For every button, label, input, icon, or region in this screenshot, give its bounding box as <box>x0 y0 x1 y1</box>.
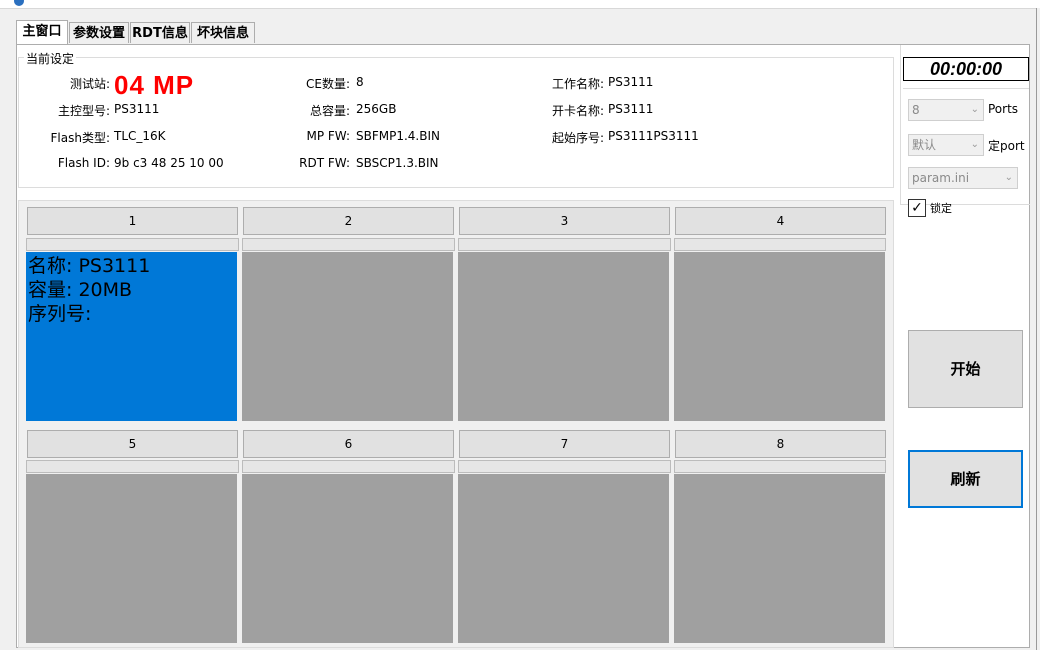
slot-progress-bar-3 <box>458 238 671 251</box>
refresh-button[interactable]: 刷新 <box>908 450 1023 508</box>
tab-parameter-settings[interactable]: 参数设置 <box>69 22 129 43</box>
slot-button-4[interactable]: 4 <box>675 207 886 235</box>
capacity-value: 256GB <box>356 102 397 116</box>
card-name-label: 开卡名称: <box>551 104 604 118</box>
controller-value: PS3111 <box>114 102 160 116</box>
window-top-strip <box>0 0 1040 9</box>
mode-select[interactable]: 默认 ⌄ <box>908 134 984 156</box>
slot-progress-bar-8 <box>674 460 886 473</box>
slot-button-7[interactable]: 7 <box>459 430 670 458</box>
slot-area-6[interactable] <box>242 474 453 643</box>
slot-area-7[interactable] <box>458 474 669 643</box>
chevron-down-icon: ⌄ <box>970 139 979 150</box>
job-name-value: PS3111 <box>608 75 654 89</box>
slot-area-5[interactable] <box>26 474 237 643</box>
mode-select-value: 默认 <box>912 138 937 152</box>
flash-id-label: Flash ID: <box>57 156 110 170</box>
slot-progress-bar-6 <box>242 460 455 473</box>
controller-label: 主控型号: <box>57 104 110 118</box>
ini-file-select-value: param.ini <box>912 171 970 185</box>
tab-main-window[interactable]: 主窗口 <box>16 20 68 44</box>
station-value: 04 MP <box>114 70 195 100</box>
slot-progress-bar-1 <box>26 238 239 251</box>
ports-select-value: 8 <box>912 103 920 117</box>
flash-id-value: 9b c3 48 25 10 00 <box>114 156 224 170</box>
elapsed-timer: 00:00:00 <box>903 57 1029 81</box>
capacity-label: 总容量: <box>309 104 350 118</box>
slot-button-1[interactable]: 1 <box>27 207 238 235</box>
slot-area-2[interactable] <box>242 252 453 421</box>
ini-file-select[interactable]: param.ini ⌄ <box>908 167 1018 189</box>
rdt-fw-value: SBSCP1.3.BIN <box>356 156 439 170</box>
slot-button-8[interactable]: 8 <box>675 430 886 458</box>
tab-bad-block-info[interactable]: 坏块信息 <box>191 22 255 43</box>
lock-label: 锁定 <box>930 202 952 215</box>
start-button[interactable]: 开始 <box>908 330 1023 408</box>
job-name-label: 工作名称: <box>551 77 604 91</box>
group-title: 当前设定 <box>24 50 77 67</box>
slot-area-8[interactable] <box>674 474 885 643</box>
slot-button-5[interactable]: 5 <box>27 430 238 458</box>
ce-value: 8 <box>356 75 364 89</box>
start-serial-label: 起始序号: <box>551 131 604 145</box>
slot-button-3[interactable]: 3 <box>459 207 670 235</box>
slot-progress-bar-2 <box>242 238 455 251</box>
slot-progress-bar-7 <box>458 460 671 473</box>
slot-button-2[interactable]: 2 <box>243 207 454 235</box>
app-logo-icon <box>14 0 24 6</box>
panel-divider <box>903 88 1029 89</box>
chevron-down-icon: ⌄ <box>1004 172 1013 183</box>
station-label: 测试站: <box>69 77 110 91</box>
check-icon: ✓ <box>911 200 923 216</box>
window-frame-edge <box>1036 8 1040 650</box>
mp-fw-value: SBFMP1.4.BIN <box>356 129 440 143</box>
card-name-value: PS3111 <box>608 102 654 116</box>
slot-progress-bar-5 <box>26 460 239 473</box>
fixed-port-label: 定port <box>988 139 1025 153</box>
slot-progress-bar-4 <box>674 238 886 251</box>
ports-select[interactable]: 8 ⌄ <box>908 99 984 121</box>
ports-label: Ports <box>988 102 1019 116</box>
rdt-fw-label: RDT FW: <box>299 156 350 170</box>
mp-fw-label: MP FW: <box>306 129 350 143</box>
slot-area-3[interactable] <box>458 252 669 421</box>
ce-label: CE数量: <box>305 77 350 91</box>
start-serial-value: PS3111PS3111 <box>608 129 699 143</box>
chevron-down-icon: ⌄ <box>970 104 979 115</box>
flash-type-value: TLC_16K <box>114 129 166 143</box>
flash-type-label: Flash类型: <box>50 131 111 145</box>
slot-area-1[interactable]: 名称: PS3111 容量: 20MB 序列号: <box>26 252 237 421</box>
lock-checkbox[interactable]: ✓ <box>908 199 926 217</box>
slot-panel: 1 2 3 4 名称: PS3111 容量: 20MB 序列号: 5 6 7 8 <box>18 200 894 648</box>
slot-area-4[interactable] <box>674 252 885 421</box>
slot-info-1: 名称: PS3111 容量: 20MB 序列号: <box>28 255 151 325</box>
slot-button-6[interactable]: 6 <box>243 430 454 458</box>
tab-rdt-info[interactable]: RDT信息 <box>130 22 190 43</box>
